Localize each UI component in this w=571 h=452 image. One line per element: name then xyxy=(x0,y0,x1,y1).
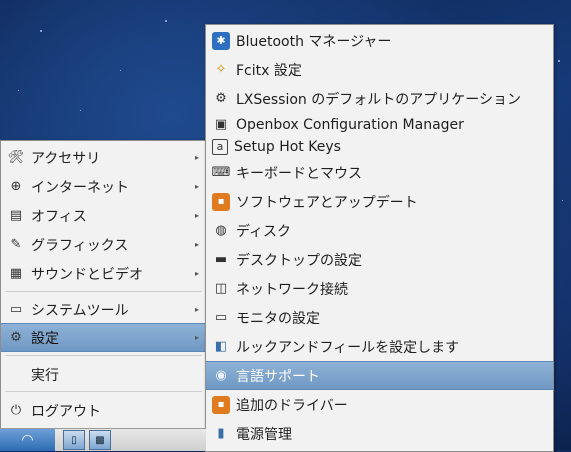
menu-item-label: ネットワーク接続 xyxy=(236,281,348,298)
menu-item-label: Bluetooth マネージャー xyxy=(236,33,392,50)
menu-item-label: Openbox Configuration Manager xyxy=(236,116,464,133)
menu-item-label: LXSession のデフォルトのアプリケーション xyxy=(236,91,521,108)
system-tools-icon: ▭ xyxy=(9,302,23,317)
menu-item-label: アクセサリ xyxy=(31,150,101,167)
submenu-item-keyboard-mouse[interactable]: ⌨ キーボードとマウス xyxy=(206,158,553,187)
menu-item-label: ルックアンドフィールを設定します xyxy=(236,339,460,356)
network-icon: ◫ xyxy=(214,281,228,296)
software-update-icon: ▪ xyxy=(212,192,230,211)
run-spacer xyxy=(7,366,25,384)
menu-item-label: グラフィックス xyxy=(31,237,129,254)
internet-icon: ⊕ xyxy=(10,179,22,194)
settings-icon: ⚙ xyxy=(10,330,22,345)
menu-item-label: ディスク xyxy=(236,223,292,240)
hotkeys-icon: a xyxy=(212,138,228,155)
menu-item-label: 実行 xyxy=(31,367,59,384)
graphics-icon: ✎ xyxy=(10,237,22,252)
fcitx-icon: ✧ xyxy=(215,62,227,77)
bluetooth-icon: ✱ xyxy=(212,31,230,50)
chevron-right-icon: ▸ xyxy=(194,182,199,191)
accessories-icon: 🛠 xyxy=(7,150,25,165)
submenu-item-network[interactable]: ◫ ネットワーク接続 xyxy=(206,274,553,303)
logout-icon: ⏻ xyxy=(10,403,22,418)
submenu-item-appearance[interactable]: ◧ ルックアンドフィールを設定します xyxy=(206,332,553,361)
menu-item-label: ソフトウェアとアップデート xyxy=(236,194,418,211)
submenu-item-power-management[interactable]: ▮ 電源管理 xyxy=(206,419,553,448)
chevron-right-icon: ▸ xyxy=(194,211,199,220)
menu-item-label: Setup Hot Keys xyxy=(234,138,341,155)
main-menu: 🛠 アクセサリ ▸ ⊕ インターネット ▸ ▤ オフィス ▸ ✎ グラフィックス… xyxy=(0,140,207,430)
menu-item-label: システムツール xyxy=(31,302,129,319)
desktop-icon: ▩ xyxy=(95,434,105,446)
menu-separator xyxy=(5,291,202,292)
monitor-icon: ▭ xyxy=(214,310,228,325)
menu-item-label: モニタの設定 xyxy=(236,310,320,327)
menu-item-graphics[interactable]: ✎ グラフィックス ▸ xyxy=(1,230,206,259)
appearance-icon: ◧ xyxy=(214,339,228,354)
submenu-item-disks[interactable]: ◍ ディスク xyxy=(206,216,553,245)
submenu-item-hotkeys[interactable]: a Setup Hot Keys xyxy=(206,132,553,161)
menu-item-label: デスクトップの設定 xyxy=(236,252,362,269)
office-icon: ▤ xyxy=(9,208,23,223)
menu-item-label: 追加のドライバー xyxy=(236,397,348,414)
power-icon: ▮ xyxy=(217,426,225,441)
menu-item-label: キーボードとマウス xyxy=(236,165,362,182)
menu-item-label: 電源管理 xyxy=(236,426,292,443)
chevron-right-icon: ▸ xyxy=(194,153,199,162)
menu-item-system-tools[interactable]: ▭ システムツール ▸ xyxy=(1,295,206,324)
menu-item-accessories[interactable]: 🛠 アクセサリ ▸ xyxy=(1,143,206,172)
chevron-right-icon: ▸ xyxy=(194,240,199,249)
chevron-right-icon: ▸ xyxy=(194,305,199,314)
submenu-item-software-updates[interactable]: ▪ ソフトウェアとアップデート xyxy=(206,187,553,216)
drivers-icon: ▪ xyxy=(212,395,230,414)
disk-icon: ◍ xyxy=(215,223,227,238)
show-desktop-launcher[interactable]: ▩ xyxy=(89,430,111,450)
submenu-item-fcitx[interactable]: ✧ Fcitx 設定 xyxy=(206,55,553,84)
menu-item-internet[interactable]: ⊕ インターネット ▸ xyxy=(1,172,206,201)
gear-icon: ⚙ xyxy=(215,91,227,106)
submenu-item-additional-drivers[interactable]: ▪ 追加のドライバー xyxy=(206,390,553,419)
start-menu-icon: ◠ xyxy=(21,432,34,448)
submenu-item-language-support[interactable]: ◉ 言語サポート xyxy=(206,361,553,390)
menu-item-label: Fcitx 設定 xyxy=(236,62,302,79)
menu-item-office[interactable]: ▤ オフィス ▸ xyxy=(1,201,206,230)
file-manager-icon: ▯ xyxy=(71,434,77,446)
file-manager-launcher[interactable]: ▯ xyxy=(63,430,85,450)
menu-separator xyxy=(5,355,202,356)
submenu-item-desktop-settings[interactable]: ▬ デスクトップの設定 xyxy=(206,245,553,274)
menu-item-label: 言語サポート xyxy=(236,368,320,385)
desktop-settings-icon: ▬ xyxy=(214,252,228,267)
sound-video-icon: ▦ xyxy=(9,266,23,281)
menu-item-label: インターネット xyxy=(31,179,129,196)
menu-item-sound-video[interactable]: ▦ サウンドとビデオ ▸ xyxy=(1,259,206,288)
openbox-icon: ▣ xyxy=(214,117,228,132)
language-icon: ◉ xyxy=(215,368,227,383)
submenu-item-lxsession[interactable]: ⚙ LXSession のデフォルトのアプリケーション xyxy=(206,84,553,113)
menu-item-settings[interactable]: ⚙ 設定 ▸ xyxy=(1,323,206,352)
submenu-item-monitor[interactable]: ▭ モニタの設定 xyxy=(206,303,553,332)
submenu-item-bluetooth[interactable]: ✱ Bluetooth マネージャー xyxy=(206,26,553,55)
taskbar: ◠ ▯ ▩ xyxy=(0,428,206,451)
menu-item-label: オフィス xyxy=(31,208,87,225)
menu-item-label: 設定 xyxy=(31,330,59,347)
start-menu-button[interactable]: ◠ xyxy=(0,429,55,451)
menu-item-run[interactable]: 実行 xyxy=(1,360,206,389)
menu-item-logout[interactable]: ⏻ ログアウト xyxy=(1,396,206,425)
menu-item-label: サウンドとビデオ xyxy=(31,266,143,283)
settings-submenu: ✱ Bluetooth マネージャー ✧ Fcitx 設定 ⚙ LXSessio… xyxy=(205,24,554,452)
keyboard-icon: ⌨ xyxy=(211,165,231,180)
chevron-right-icon: ▸ xyxy=(194,269,199,278)
menu-item-label: ログアウト xyxy=(31,403,101,420)
chevron-right-icon: ▸ xyxy=(194,333,199,342)
menu-separator xyxy=(5,391,202,392)
